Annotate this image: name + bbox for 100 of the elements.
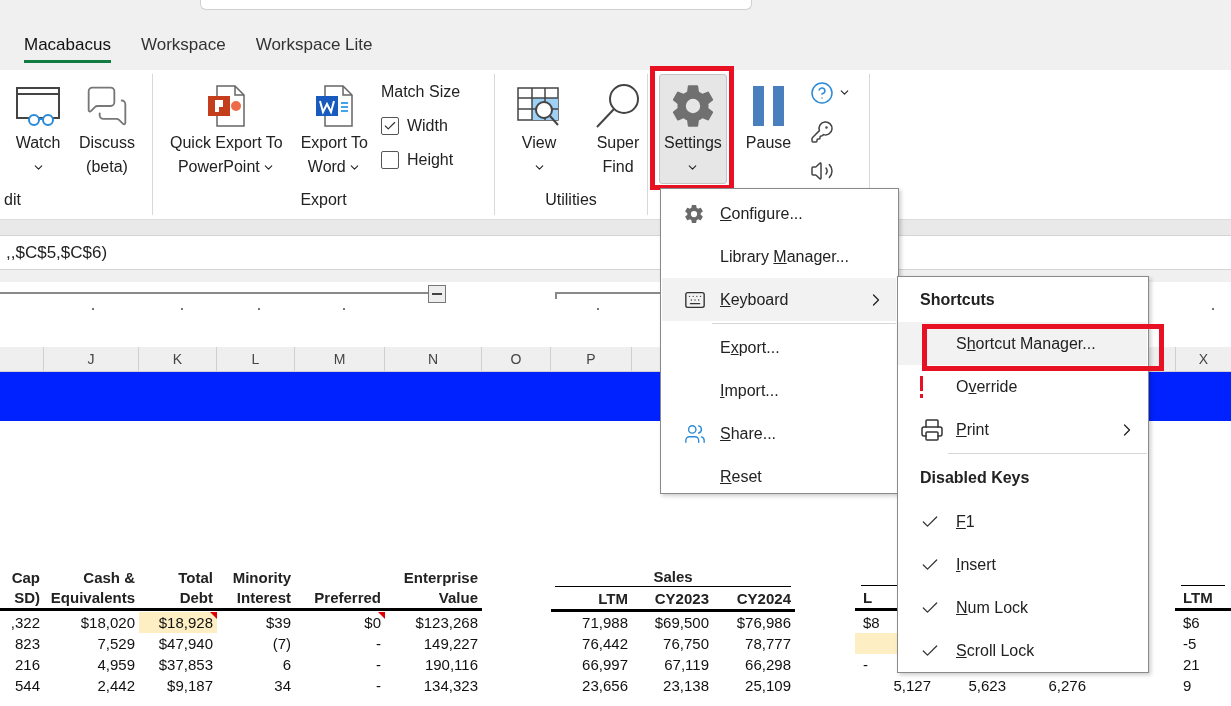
presentation-file-icon [205,84,248,128]
highlighted-cell: $18,928 [139,612,217,633]
column-heading: CY2024 [736,589,791,609]
table-cell-text: $76,986 [735,612,792,633]
table-cell-text: $18,020 [79,612,136,633]
table-cell-text: $0 [363,612,382,633]
option-checkbox[interactable]: Height [380,150,461,170]
menu-item[interactable]: Export... [662,326,896,369]
menu-heading: Shortcuts [920,290,995,310]
formula-text: ,,$C$5,$C$6) [6,241,108,264]
menu-item[interactable]: Insert [898,543,1147,586]
ribbon-tab[interactable]: Workspace [140,34,226,63]
menu-item[interactable]: Configure... [662,192,896,235]
column-heading: Cash & Equivalents [49,568,136,608]
group-label: Export [300,189,347,210]
minus-icon [432,293,442,295]
table-cell-text: 2,442 [96,675,136,696]
menu-item[interactable]: Share... [662,412,896,455]
table-cell-text: 5,623 [967,675,1007,696]
table-cell-text: 5,127 [892,675,932,696]
menu-item[interactable]: Override [898,365,1147,408]
ribbon-button[interactable]: Export To Word [295,74,373,184]
column-header[interactable]: L [217,347,295,371]
menu-item[interactable]: Library Manager... [662,235,896,278]
magnifier-icon [594,82,642,130]
table-cell-text: 66,298 [744,654,792,675]
column-heading: Minority Interest [231,568,292,608]
table-cell-text: $69,500 [653,612,710,633]
column-heading: L [862,588,874,608]
table-cell-text: 76,750 [662,633,710,654]
ribbon-button[interactable]: Quick Export To PowerPoint [165,74,288,184]
table-cell-text: 34 [273,675,292,696]
gear-icon [684,203,704,224]
table-cell-text: - [375,654,382,675]
table-cell-text: 216 [13,654,41,675]
column-heading: Preferred [313,588,382,608]
ribbon-tab[interactable]: Macabacus [24,34,111,63]
table-cell-text: 823 [13,633,41,654]
table-cell-text: 23,138 [662,675,710,696]
table-cell-text: $6 [1182,612,1201,633]
column-header[interactable]: K [139,347,217,371]
group-heading: Sales [555,568,791,587]
table-cell-text: - [375,675,382,696]
chat-bubbles-icon [85,84,129,128]
column-header[interactable]: X [1175,347,1231,371]
table-cell-text: 67,119 [663,654,710,675]
printer-icon [920,417,944,442]
table-cell-text: 21 [1182,654,1201,675]
option-checkbox[interactable]: Width [380,116,461,136]
ribbon-button[interactable]: Settings [659,74,727,184]
column-header[interactable]: J [44,347,139,371]
table-cell-text: $8 [862,612,881,633]
menu-item[interactable]: Keyboard [662,278,896,321]
table-cell-text: $47,940 [157,633,214,654]
table-cell-text: $37,853 [157,654,214,675]
column-heading: CY2023 [654,589,709,609]
menu-item[interactable]: Num Lock [898,586,1147,629]
pause-icon [751,85,786,127]
menu-item[interactable]: F1 [898,500,1147,543]
table-cell-text: 544 [13,675,41,696]
column-header[interactable]: M [295,347,385,371]
column-heading: LTM [1182,588,1214,608]
ribbon-button[interactable]: View [511,74,567,184]
ribbon-button[interactable]: Pause [740,74,797,184]
table-cell-text: 9 [1182,675,1193,696]
menu-item[interactable]: Print [898,408,1147,451]
table-cell-text: 78,777 [744,633,792,654]
ribbon-button[interactable]: Discuss (beta) [74,74,140,184]
menu-item[interactable]: Import... [662,369,896,412]
collapse-button[interactable] [428,285,446,303]
table-cell-text: - [862,654,869,675]
column-header[interactable]: P [551,347,632,371]
table-cell-text: $39 [264,612,292,633]
ribbon-button[interactable]: Watch [10,74,66,184]
key-icon [810,120,835,144]
column-heading: Cap SD) [10,568,41,608]
column-heading: Enterprise Value [402,568,479,608]
table-cell-text: 23,656 [581,675,629,696]
table-cell-text: - [375,633,382,654]
ribbon-button[interactable]: Super Find [589,74,647,184]
match-size-label: Match Size [380,82,461,102]
column-header[interactable]: O [482,347,551,371]
menu-item[interactable]: Reset [662,455,896,498]
table-cell-text: 25,109 [744,675,792,696]
table-cell-text: $123,268 [414,612,479,633]
table-cell-text: 76,442 [581,633,629,654]
table-cell-text: 7,529 [96,633,136,654]
help-icon [810,80,835,105]
table-cell-text: $9,187 [166,675,214,696]
menu-item[interactable]: Scroll Lock [898,629,1147,672]
column-heading: Total Debt [177,568,214,608]
table-cell-text: 6,276 [1047,675,1087,696]
column-header[interactable]: N [385,347,482,371]
table-cell-text: 149,227 [422,633,479,654]
table-cell-text: (7) [271,633,292,654]
document-file-icon [313,84,356,128]
table-cell-text: 71,988 [581,612,629,633]
ribbon-tab[interactable]: Workspace Lite [255,34,373,63]
group-label: dit [4,189,21,210]
table-cell-text: 4,959 [96,654,136,675]
